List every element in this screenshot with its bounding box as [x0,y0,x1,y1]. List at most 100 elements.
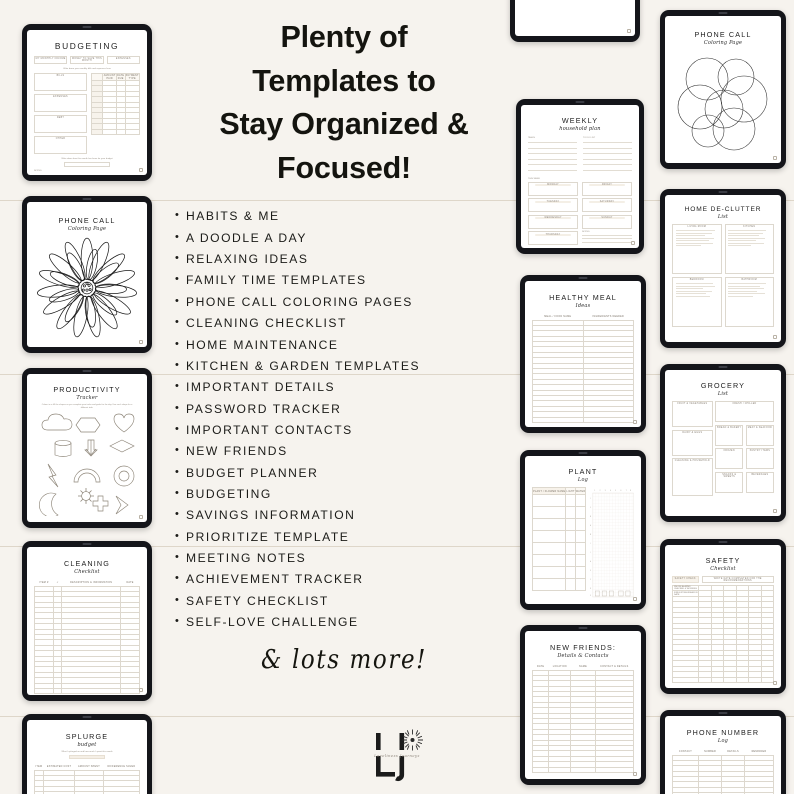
svg-text:3: 3 [605,490,606,492]
col-header: DATE DUE [115,73,126,81]
diamond-shape [109,439,135,453]
col-header: MEAL / FOOD NAME [532,313,583,321]
svg-text:A: A [590,524,591,527]
tablet-screen-plant: PLANT Log PLANT / FLOWER NAME LIGHT WATE… [525,456,641,604]
svg-text:N: N [590,588,591,590]
svg-text:7: 7 [626,490,627,492]
page-title: GROCERY [700,381,746,390]
day-box-sunday: SUNDAY [582,214,632,229]
section-label: DAIRY & EGGS [682,431,703,434]
tablet-new-friends[interactable]: NEW FRIENDS: Details & Contacts DATE LOC… [520,625,646,785]
tablet-productivity[interactable]: PRODUCTIVITY Tracker Colour in or fill t… [22,368,152,528]
page-title: SAFETY [705,556,741,565]
tablet-camera [82,716,92,718]
table-row [531,578,587,591]
budget-box-bills: BILLS [34,73,87,91]
col-header: ITEM # [34,579,54,587]
day-label: MONDAY [535,184,571,187]
safety-first-column-header: SAFETY CHECK [672,576,699,583]
grocery-box-frozen: FROZEN [715,448,744,469]
page-corner-mark [773,509,777,513]
list-item: MEETING NOTES [175,548,520,569]
page-corner-mark [139,515,143,519]
tablet-important-contacts[interactable]: IMPORTANT CONTACTS [510,0,640,42]
rainbow-shape [73,468,101,483]
overlapping-circles-illustration-icon [677,57,768,151]
tablet-plant[interactable]: PLANT Log PLANT / FLOWER NAME LIGHT WATE… [520,450,646,610]
day-box-saturday: SATURDAY [582,198,632,212]
tablet-phone-number[interactable]: PHONE NUMBER Log CONTACT NUMBER DETAILS … [660,710,786,794]
daisy-illustration-icon [36,237,138,338]
tablet-healthy-meal[interactable]: HEALTHY MEAL Ideas MEAL / FOOD NAME INGR… [520,275,646,433]
field-label: MY MONTHLY INCOME [35,58,66,60]
grocery-box-pantry: PANTRY ITEMS [745,448,775,469]
table-row [34,687,140,695]
grocery-box-meat-seafood: MEAT & SEAFOOD [745,424,775,446]
tablet-screen-productivity: PRODUCTIVITY Tracker Colour in or fill t… [27,374,147,522]
tablet-grocery[interactable]: GROCERY List FRUIT & VEGETABLES DAIRY & … [660,364,786,522]
page-corner-mark [773,156,777,160]
list-item: NEW FRIENDS [175,441,520,462]
tablet-camera [718,541,728,543]
svg-text:S: S [590,570,591,572]
page-title: CLEANING [64,559,110,568]
tablet-camera [578,277,588,279]
col-header: ITEM [34,763,44,771]
table-row [531,566,587,579]
page-subtitle: Tracker [76,394,98,402]
list-item: BUDGETING [175,484,520,505]
center-copy: Plenty of Templates to Stay Organized & … [168,16,520,675]
plant-grid: 1 2 3 4 5 6 7 8 J F M A M J J A S O N D [590,490,635,598]
page-subtitle: household plan [559,125,601,133]
page-corner-mark [139,168,143,172]
chevron-shape [115,496,129,515]
page-corner-mark [633,597,637,601]
brand-logo: Loveliness Journeys [355,727,439,785]
field-save: MONEY TO SAVE THIS MONTH [70,56,104,64]
tablet-phone-call-daisy[interactable]: PHONE CALL Coloring Page [22,196,152,353]
tablet-screen-phone-call-circles: PHONE CALL Coloring Page [665,16,781,163]
tablet-budgeting[interactable]: BUDGETING MY MONTHLY INCOME MONEY TO SAV… [22,24,152,181]
quadrant-label: BATHROOM [741,279,757,281]
page-corner-mark [633,772,637,776]
page-corner-mark [627,29,631,33]
section-label: FROZEN [723,450,735,452]
tablet-weekly[interactable]: WEEKLY household plan TASKS TO DO LIST T… [516,99,644,254]
tablet-cleaning[interactable]: CLEANING Checklist ITEM # ✓ DESCRIPTION … [22,541,152,701]
tablet-phone-call-circles[interactable]: PHONE CALL Coloring Page [660,10,786,169]
list-item: ACHIEVEMENT TRACKER [175,569,520,590]
list-item: HOME MAINTENANCE [175,335,520,356]
page-subtitle: Coloring Page [703,39,743,47]
notes-label: NOTES [582,231,590,233]
tablet-camera [82,370,92,372]
section-label: SNACKS & SWEETS [722,473,737,478]
page-title: HOME DE-CLUTTER [684,206,762,213]
section-label: BREAD & BAKERY [717,426,742,429]
budget-note: Write down your monthly bills and expens… [63,68,111,70]
col-header: DATE [532,663,549,671]
table-row [532,416,634,423]
box-label: OTHER [55,138,66,140]
list-item: PRIORITIZE TEMPLATE [175,527,520,548]
tablet-splurge[interactable]: SPLURGE budget What I splurged on and ho… [22,714,152,794]
productivity-shapes-icon [39,413,135,517]
list-item: RELAXING IDEAS [175,249,520,270]
page-title: PRODUCTIVITY [53,385,121,394]
field-income: MY MONTHLY INCOME [34,56,68,64]
section-label: FRUIT & VEGETABLES [677,403,708,405]
tablet-safety[interactable]: SAFETY Checklist SAFETY CHECK WRITE DATE… [660,539,786,694]
weekly-right-lines [583,142,632,170]
section-label: CLEANING & HOUSEHOLD [674,460,710,462]
col-header: INGREDIENTS NEEDED [583,313,634,321]
col-header: CONTACT & DETAILS [595,663,634,671]
svg-text:J: J [590,543,591,545]
tablet-camera [718,366,728,368]
tablet-home-declutter[interactable]: HOME DE-CLUTTER List LIVING ROOM KITCHEN [660,189,786,348]
grocery-box-fruit-veg: FRUIT & VEGETABLES [672,401,713,427]
table-row [531,766,635,773]
page-title: PHONE CALL [58,216,116,225]
section-label: MEAT & SEAFOOD [747,426,773,429]
weekly-right-label: TO DO LIST [583,137,596,139]
quadrant-label: KITCHEN [743,226,756,228]
col-header: WATER [574,487,587,495]
